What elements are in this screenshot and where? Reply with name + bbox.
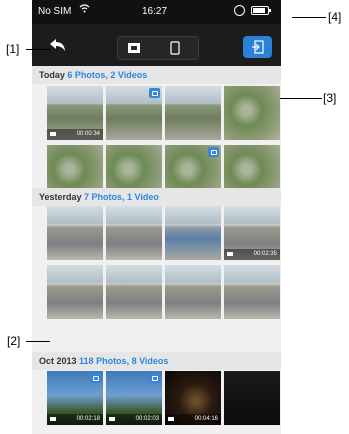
callout-4: [4]: [328, 10, 342, 24]
callout-2-line: [26, 341, 50, 342]
callout-1-line: [26, 49, 50, 50]
section-header: Yesterday 7 Photos, 1 Video: [32, 188, 281, 206]
video-camera-icon: [168, 417, 174, 421]
battery-icon: [251, 6, 271, 15]
photo-thumbnail[interactable]: [224, 86, 280, 140]
share-icon: [252, 40, 264, 54]
phone-screen: No SIM 16:27 Today 6 Photos, 2 Videos 00…: [32, 0, 281, 434]
thumbnail-sky: [106, 265, 162, 283]
edited-badge-icon: [208, 147, 219, 157]
edited-badge-icon: [149, 373, 160, 383]
section-title: Yesterday: [39, 192, 82, 202]
callout-2: [2]: [7, 334, 21, 348]
video-duration: 00:02:03: [135, 416, 159, 422]
video-camera-icon: [227, 252, 233, 256]
photo-thumbnail[interactable]: [106, 86, 162, 140]
edited-badge-icon: [149, 88, 160, 98]
video-info-bar: 00:02:35: [224, 249, 280, 260]
thumbnail-sky: [47, 86, 103, 104]
video-duration: 00:02:35: [253, 251, 277, 257]
video-info-bar: 00:00:34: [47, 129, 103, 140]
section-header: Oct 2013 118 Photos, 8 Videos: [32, 352, 281, 370]
carrier-label: No SIM: [38, 6, 72, 17]
back-button[interactable]: [41, 32, 75, 58]
toolbar: [32, 24, 281, 66]
video-thumbnail[interactable]: 00:00:34: [47, 86, 103, 140]
thumbnail-image: [224, 371, 280, 425]
wifi-icon: [79, 4, 90, 13]
callout-1: [1]: [6, 42, 20, 56]
photo-thumbnail[interactable]: [165, 86, 221, 140]
video-camera-icon: [50, 132, 56, 136]
view-toggle[interactable]: [117, 36, 199, 60]
thumbnail-sky: [224, 265, 280, 283]
thumbnail-sky: [47, 265, 103, 283]
section-title: Oct 2013: [39, 356, 77, 366]
thumbnail-sky: [224, 206, 280, 224]
video-camera-icon: [109, 417, 115, 421]
video-info-bar: 00:02:18: [47, 414, 103, 425]
callout-3-line: [280, 98, 322, 99]
callout-3: [3]: [323, 91, 337, 105]
thumbnail-sky: [165, 86, 221, 104]
thumbnail-sky: [47, 206, 103, 224]
video-thumbnail[interactable]: 00:02:35: [224, 206, 280, 260]
photo-thumbnail[interactable]: [224, 265, 280, 319]
photo-thumbnail[interactable]: [106, 206, 162, 260]
photo-thumbnail[interactable]: [165, 206, 221, 260]
video-duration: 00:04:16: [194, 416, 218, 422]
video-thumbnail[interactable]: 00:04:16: [165, 371, 221, 425]
photo-thumbnail[interactable]: [106, 265, 162, 319]
photo-thumbnail[interactable]: [165, 265, 221, 319]
section-count: 6 Photos, 2 Videos: [67, 70, 148, 80]
video-thumbnail[interactable]: 00:02:03: [106, 371, 162, 425]
clock-time: 16:27: [142, 6, 168, 17]
thumbnail-sky: [165, 265, 221, 283]
callout-4-line: [292, 17, 326, 18]
section-header: Today 6 Photos, 2 Videos: [32, 66, 281, 84]
photo-thumbnail[interactable]: [47, 206, 103, 260]
video-duration: 00:00:34: [76, 131, 100, 137]
section-title: Today: [39, 70, 65, 80]
video-duration: 00:02:18: [76, 416, 100, 422]
edited-badge-icon: [90, 373, 101, 383]
back-arrow-icon: [50, 39, 65, 51]
thumbnail-image: [224, 86, 280, 140]
status-bar: No SIM 16:27: [32, 0, 281, 24]
alarm-icon: [234, 5, 245, 16]
photo-thumbnail[interactable]: [47, 265, 103, 319]
section-count: 7 Photos, 1 Video: [84, 192, 159, 202]
phone-icon[interactable]: [168, 41, 182, 55]
share-button[interactable]: [243, 36, 272, 58]
video-camera-icon: [50, 417, 56, 421]
thumbnail-sky: [165, 206, 221, 224]
photo-thumbnail[interactable]: [224, 371, 280, 425]
photo-grid-icon[interactable]: [124, 41, 144, 55]
video-thumbnail[interactable]: 00:02:18: [47, 371, 103, 425]
section-count: 118 Photos, 8 Videos: [79, 356, 169, 366]
thumbnail-sky: [106, 206, 162, 224]
video-info-bar: 00:02:03: [106, 414, 162, 425]
video-info-bar: 00:04:16: [165, 414, 221, 425]
